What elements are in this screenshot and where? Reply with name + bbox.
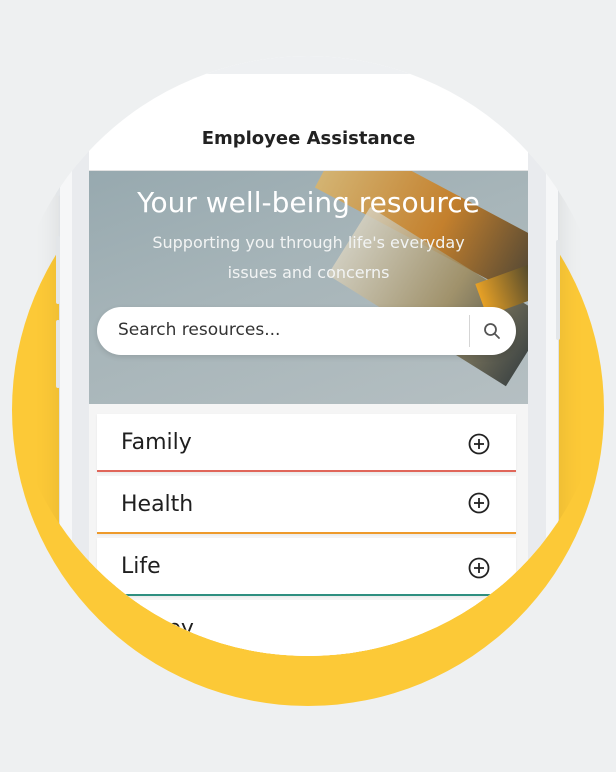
page-title: Employee Assistance: [201, 128, 416, 149]
hero-subtitle: Supporting you through life's everyday i…: [152, 233, 465, 282]
category-item-life[interactable]: Life: [97, 538, 516, 596]
phone-mockup: 9:41 Employee Assistance Your well-being…: [8, 44, 608, 656]
expand-icon[interactable]: [468, 492, 490, 514]
battery-icon: [485, 60, 511, 74]
side-button: [56, 236, 60, 304]
hero-title: Your well-being resource: [137, 186, 480, 219]
search-input[interactable]: Search resources...: [118, 320, 280, 340]
notch: [186, 56, 432, 74]
category-label: Life: [121, 554, 161, 579]
expand-icon[interactable]: [468, 433, 490, 455]
search-button[interactable]: [476, 315, 508, 347]
signal-icon: [437, 60, 457, 74]
status-icons: [437, 60, 511, 74]
category-accent-line: [97, 532, 516, 534]
side-button: [56, 320, 60, 388]
search-icon: [484, 323, 500, 339]
category-label: Family: [121, 430, 192, 455]
wifi-icon: [462, 60, 480, 74]
category-accent-line: [97, 594, 516, 596]
search-bar[interactable]: Search resources...: [97, 307, 516, 355]
side-button: [556, 240, 560, 340]
category-label: Health: [121, 492, 194, 517]
category-item-health[interactable]: Health: [97, 476, 516, 534]
category-accent-line: [97, 470, 516, 472]
category-item-family[interactable]: Family: [97, 414, 516, 472]
side-button: [56, 158, 60, 196]
status-time: 9:41: [122, 60, 160, 78]
expand-icon[interactable]: [468, 557, 490, 579]
speaker: [274, 44, 342, 52]
search-divider: [469, 315, 470, 347]
